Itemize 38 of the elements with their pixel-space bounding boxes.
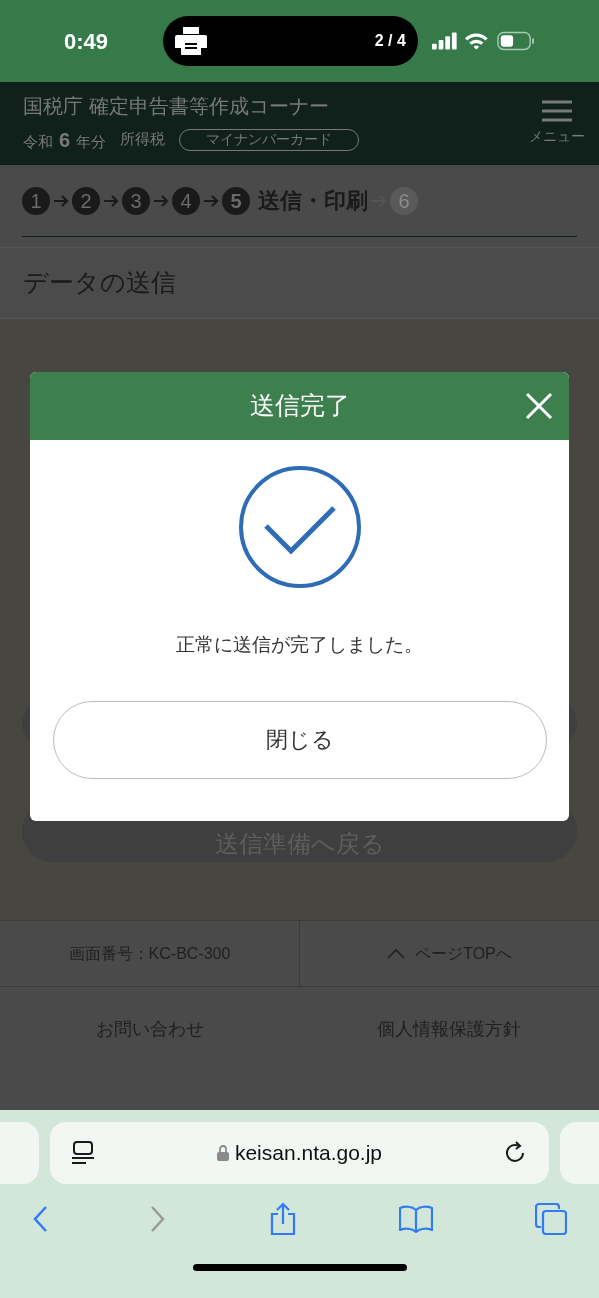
caret-icon <box>387 948 406 959</box>
site-title: 国税庁 確定申告書等作成コーナー <box>23 93 330 119</box>
reload-icon[interactable] <box>505 1141 527 1165</box>
tabs-icon[interactable] <box>535 1203 567 1235</box>
activity-counter: 2 / 4 <box>374 31 406 51</box>
dialog-title: 送信完了 <box>249 390 350 422</box>
close-button[interactable] <box>525 392 553 420</box>
arrow-icon <box>203 193 219 208</box>
signal-icon <box>431 32 459 50</box>
year-number: 6 <box>59 127 71 153</box>
arrow-icon <box>103 193 119 208</box>
dialog-message: 正常に送信が完了しました。 <box>176 633 423 657</box>
book-icon[interactable] <box>398 1205 433 1233</box>
step-number: 2 <box>72 186 100 215</box>
wifi-icon <box>464 31 490 51</box>
arrow-icon <box>53 193 69 208</box>
reader-icon <box>72 1141 94 1165</box>
clock-time: 0:49 <box>64 27 110 56</box>
year-suffix: 年分 <box>76 131 107 152</box>
url-text: keisan.nta.go.jp <box>234 1140 383 1167</box>
era-label: 令和 <box>23 131 53 152</box>
back-icon[interactable] <box>32 1205 48 1233</box>
tax-label: 所得税 <box>120 129 166 150</box>
step-number: 1 <box>22 186 50 215</box>
menu-icon <box>542 100 572 122</box>
step-number: 3 <box>122 186 150 215</box>
success-check-icon <box>237 465 362 589</box>
forward-icon[interactable] <box>150 1205 167 1233</box>
address-bar[interactable]: keisan.nta.go.jp <box>50 1122 549 1184</box>
close-dialog-button[interactable]: 閉じる <box>52 700 547 779</box>
share-icon[interactable] <box>268 1202 297 1236</box>
lock-icon <box>216 1145 229 1161</box>
printer-icon <box>174 26 207 56</box>
step-number: 4 <box>172 186 200 215</box>
step-number: 5 <box>222 186 250 215</box>
arrow-icon <box>153 193 169 208</box>
battery-icon <box>497 31 535 51</box>
menu-button[interactable]: メニュー <box>529 100 585 147</box>
